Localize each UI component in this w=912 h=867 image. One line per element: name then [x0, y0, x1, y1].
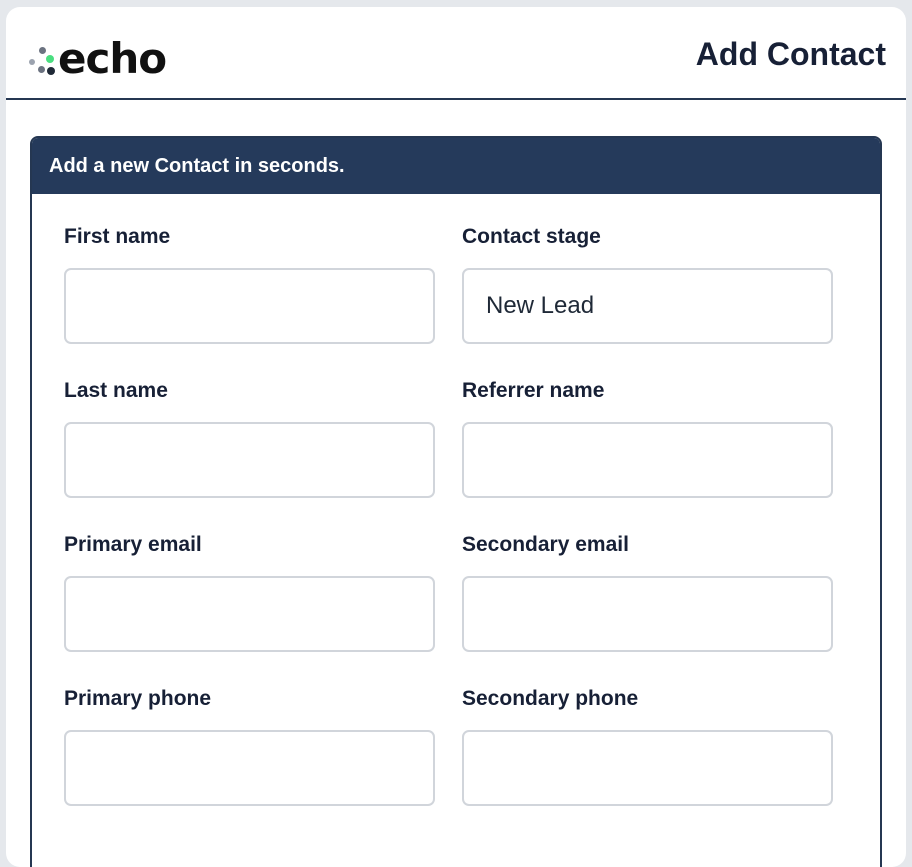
- first-name-label: First name: [64, 225, 171, 248]
- secondary-phone-field: Secondary phone: [462, 688, 834, 812]
- echo-logo[interactable]: echo: [26, 34, 167, 83]
- brand-name: echo: [58, 34, 167, 83]
- referrer-name-label: Referrer name: [462, 379, 605, 402]
- primary-phone-label: Primary phone: [64, 687, 212, 710]
- logo-dot-icon: [47, 67, 55, 75]
- primary-phone-input[interactable]: [64, 730, 435, 806]
- primary-email-field: Primary email: [64, 534, 436, 658]
- secondary-email-field: Secondary email: [462, 534, 834, 658]
- referrer-name-field: Referrer name: [462, 380, 834, 504]
- contact-stage-input[interactable]: [462, 268, 833, 344]
- echo-logo-mark-icon: [26, 39, 56, 79]
- logo-dot-icon: [39, 47, 46, 54]
- secondary-phone-label: Secondary phone: [462, 687, 639, 710]
- panel-heading: Add a new Contact in seconds.: [32, 138, 880, 194]
- last-name-field: Last name: [64, 380, 436, 504]
- logo-dot-icon: [38, 66, 45, 73]
- page-title: Add Contact: [695, 36, 886, 72]
- secondary-email-input[interactable]: [462, 576, 833, 652]
- app-header: echo Add Contact: [6, 7, 906, 100]
- secondary-email-label: Secondary email: [462, 533, 629, 556]
- primary-email-input[interactable]: [64, 576, 435, 652]
- secondary-phone-input[interactable]: [462, 730, 833, 806]
- contact-stage-label: Contact stage: [462, 225, 601, 248]
- last-name-input[interactable]: [64, 422, 435, 498]
- contact-stage-field: Contact stage: [462, 226, 834, 350]
- add-contact-panel: Add a new Contact in seconds. First name…: [30, 136, 882, 867]
- primary-phone-field: Primary phone: [64, 688, 436, 812]
- logo-dot-icon: [46, 55, 54, 63]
- primary-email-label: Primary email: [64, 533, 202, 556]
- first-name-field: First name: [64, 226, 436, 350]
- logo-dot-icon: [29, 59, 35, 65]
- page: echo Add Contact Add a new Contact in se…: [6, 7, 906, 867]
- last-name-label: Last name: [64, 379, 168, 402]
- first-name-input[interactable]: [64, 268, 435, 344]
- referrer-name-input[interactable]: [462, 422, 833, 498]
